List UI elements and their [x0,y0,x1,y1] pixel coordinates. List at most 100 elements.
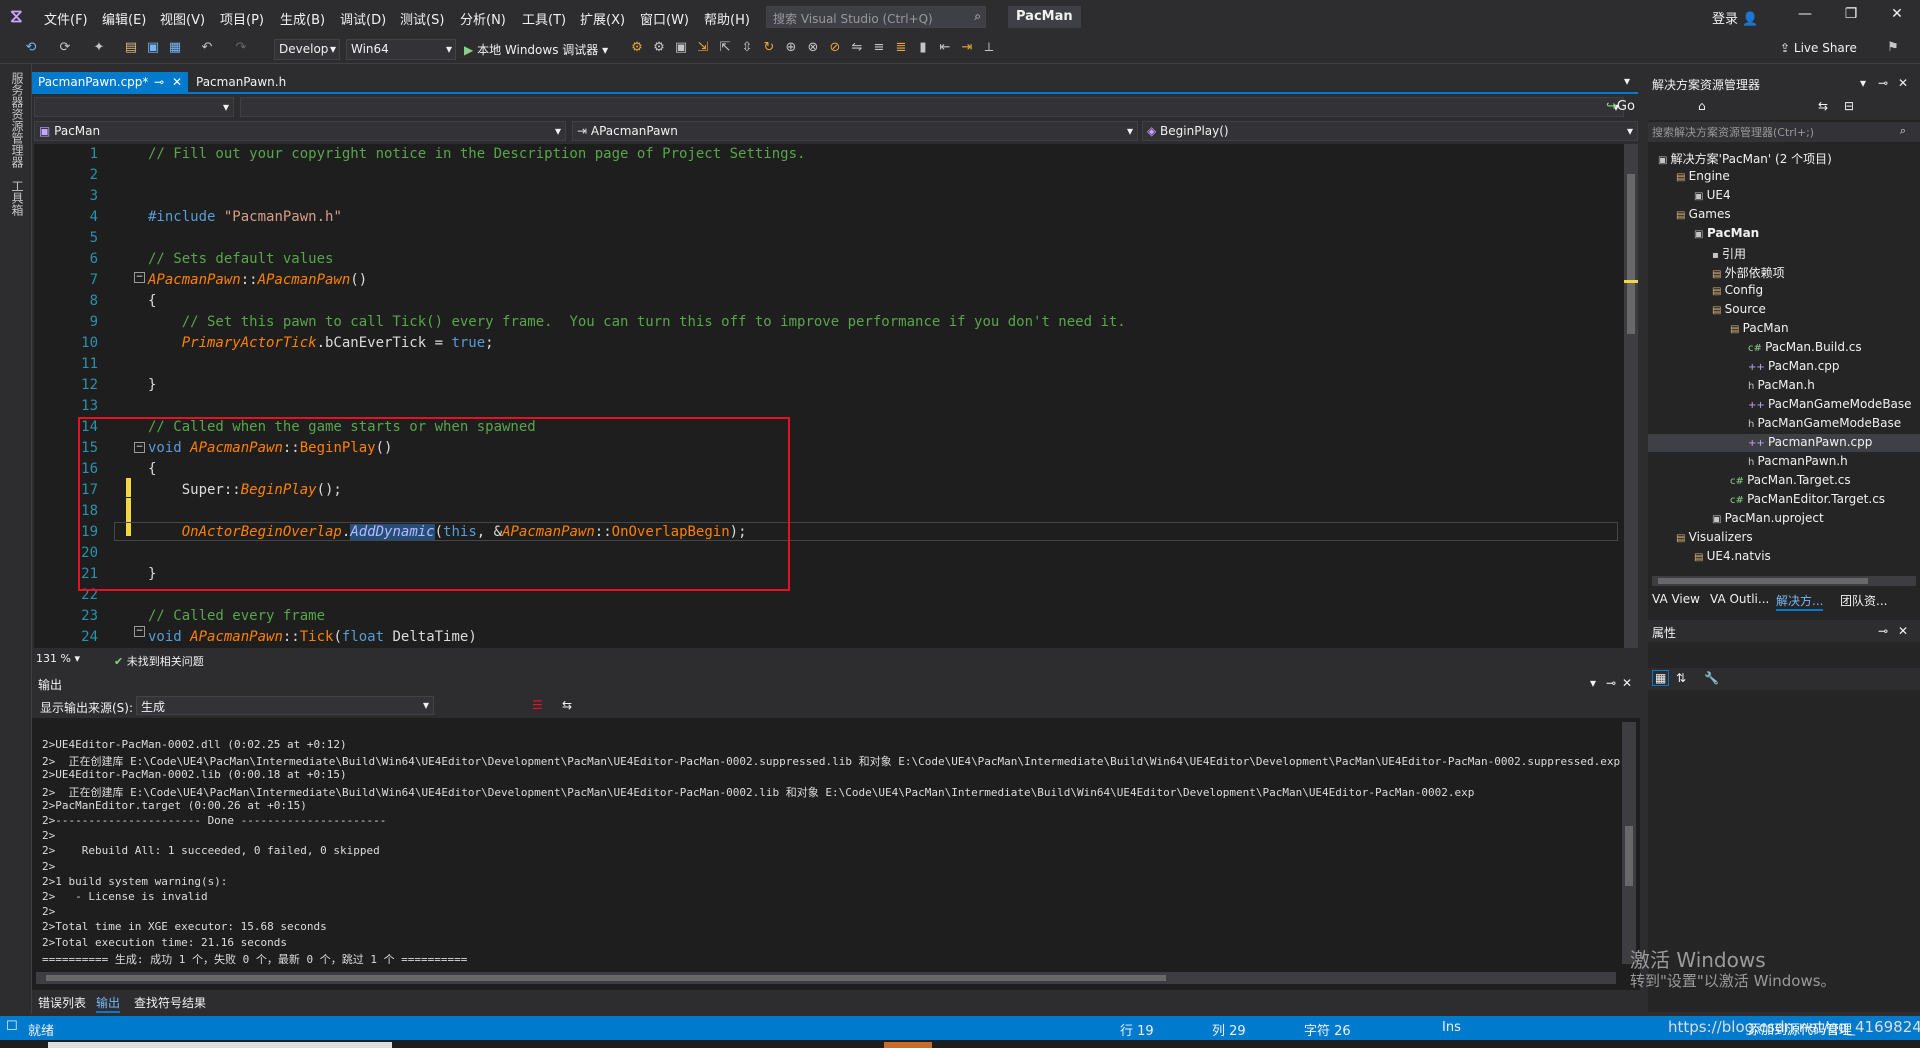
tree-item[interactable]: h PacmanPawn.h [1748,454,1848,468]
toolbar-action-icon[interactable]: ⇲ [694,40,712,58]
toolbar-action-icon[interactable]: ⚙ [628,40,646,58]
menu-item[interactable]: 文件(F) [44,9,88,28]
server-explorer-tab[interactable]: 服务器资源管理器 [9,72,26,168]
forward-icon[interactable]: ⟳ [56,40,74,58]
scroll-thumb[interactable] [1627,174,1635,334]
tree-item[interactable]: ++ PacmanPawn.cpp [1748,435,1872,449]
tree-item[interactable]: ▤ Source [1712,302,1766,316]
tree-item[interactable]: ▤ Games [1676,207,1731,221]
solution-tab[interactable]: VA Outli... [1710,592,1769,606]
toolbar-action-icon[interactable]: ↻ [760,40,778,58]
redo-icon[interactable]: ↷ [232,40,250,58]
tab-find-symbol[interactable]: 查找符号结果 [134,994,206,1011]
pin-icon[interactable]: ⊸ [1606,676,1616,690]
menu-item[interactable]: 窗口(W) [640,9,689,28]
menu-item[interactable]: 编辑(E) [102,9,146,28]
tree-item[interactable]: ++ PacMan.cpp [1748,359,1840,373]
close-icon[interactable]: ✕ [172,75,182,89]
toolbar-action-icon[interactable]: ⇤ [936,40,954,58]
toolbar-action-icon[interactable]: ≣ [892,40,910,58]
menu-item[interactable]: 调试(D) [340,9,386,28]
panel-menu-icon[interactable]: ▾ [1860,76,1866,90]
config-select[interactable]: Develop ▾ [274,39,340,60]
collapse-all-icon[interactable]: ⊟ [1844,99,1854,113]
issues-indicator[interactable]: ✔ 未找到相关问题 [114,653,204,669]
tree-item[interactable]: ▣ UE4 [1694,188,1731,202]
scroll-thumb[interactable] [1625,826,1633,886]
tree-item[interactable]: ▤ Visualizers [1676,530,1753,544]
toolbar-action-icon[interactable]: ⊘ [826,40,844,58]
add-source-control-button[interactable]: 添加到源代码管理 [1748,1019,1852,1038]
class-select[interactable]: ⇥ APacmanPawn ▾ [572,121,1138,141]
close-button[interactable]: ✕ [1882,6,1912,28]
project-select[interactable]: ▣ PacMan ▾ [34,121,566,141]
tree-item[interactable]: ▣ PacMan [1694,226,1759,240]
tree-item[interactable]: c# PacManEditor.Target.cs [1730,492,1885,506]
source-select[interactable]: 生成 ▾ [136,696,434,715]
collapse-icon[interactable]: − [134,272,145,283]
toolbar-action-icon[interactable]: ⊗ [804,40,822,58]
solution-search-input[interactable]: 搜索解决方案资源管理器(Ctrl+;) ⌕ [1648,122,1920,142]
output-scrollbar[interactable] [1622,722,1636,964]
toolbox-tab[interactable]: 工具箱 [9,180,26,216]
menu-item[interactable]: 分析(N) [460,9,506,28]
member-select[interactable]: ◈ BeginPlay() ▾ [1142,121,1638,141]
search-input[interactable]: 搜索 Visual Studio (Ctrl+Q) ⌕ [766,6,986,28]
menu-item[interactable]: 项目(P) [220,9,264,28]
tree-item[interactable]: h PacManGameModeBase [1748,416,1901,430]
panel-menu-icon[interactable]: ▾ [1590,676,1596,690]
toolbar-action-icon[interactable]: ⇋ [848,40,866,58]
collapse-icon[interactable]: − [134,626,145,637]
output-hscrollbar[interactable] [36,972,1616,984]
menu-item[interactable]: 工具(T) [522,9,566,28]
tree-item[interactable]: ▣ PacMan.uproject [1712,511,1824,525]
open-icon[interactable]: ▤ [122,40,140,58]
pin-icon[interactable]: ⊸ [1878,624,1888,638]
tab-overflow-icon[interactable]: ▾ [1624,74,1630,88]
save-icon[interactable]: ▣ [144,40,162,58]
platform-select[interactable]: Win64 ▾ [346,39,456,60]
alphabetical-icon[interactable]: ⇅ [1676,671,1686,685]
tree-item[interactable]: ▤ Config [1712,283,1763,297]
login-link[interactable]: 登录 👤 [1712,8,1758,27]
toolbar-action-icon[interactable]: ⇱ [716,40,734,58]
save-all-icon[interactable]: ▦ [166,40,184,58]
go-button[interactable]: ↪Go [1606,99,1635,114]
taskbar-item[interactable] [48,1042,392,1048]
close-icon[interactable]: ✕ [1898,624,1908,638]
pin-icon[interactable]: ⊸ [154,75,164,89]
maximize-button[interactable]: ❐ [1836,6,1866,28]
home-icon[interactable]: ⌂ [1698,99,1706,113]
tab-output[interactable]: 输出 [96,994,121,1013]
scope-select-1[interactable]: ▾ [34,97,234,117]
minimize-button[interactable]: — [1790,6,1820,28]
live-share-button[interactable]: ⇪ Live Share [1780,41,1857,55]
solution-tab[interactable]: 团队资... [1840,592,1887,609]
tree-item[interactable]: ▤ Engine [1676,169,1730,183]
sync-icon[interactable]: ⇆ [1818,99,1828,113]
pin-icon[interactable]: ⊸ [1878,76,1888,90]
tree-item[interactable]: ▤ UE4.natvis [1694,549,1771,563]
tree-item[interactable]: ▤ 外部依赖项 [1712,264,1785,281]
hscroll-thumb[interactable] [1658,578,1868,584]
tree-item[interactable]: c# PacMan.Target.cs [1730,473,1851,487]
solution-tab[interactable]: 解决方... [1776,592,1824,611]
wrench-icon[interactable]: 🔧 [1704,671,1719,685]
back-icon[interactable]: ⟲ [22,40,40,58]
menu-item[interactable]: 测试(S) [400,9,444,28]
tab-pacmanpawn-h[interactable]: PacmanPawn.h [190,72,300,94]
tree-item[interactable]: ▣ 解决方案'PacMan' (2 个项目) [1658,150,1832,167]
scope-select-2[interactable]: ▾ [240,97,1624,117]
tree-item[interactable]: h PacMan.h [1748,378,1815,392]
toolbar-action-icon[interactable]: ▣ [672,40,690,58]
close-icon[interactable]: ✕ [1898,76,1908,90]
solution-tab[interactable]: VA View [1652,592,1700,606]
tree-item[interactable]: ++ PacManGameModeBase [1748,397,1912,411]
toolbar-action-icon[interactable]: ⇥ [958,40,976,58]
toolbar-action-icon[interactable]: ⚙ [650,40,668,58]
start-debug-button[interactable]: ▶ 本地 Windows 调试器 ▾ [464,41,608,58]
editor-scrollbar[interactable] [1624,144,1638,648]
tree-item[interactable]: ▪ 引用 [1712,245,1746,262]
close-icon[interactable]: ✕ [1622,676,1632,690]
menu-item[interactable]: 扩展(X) [580,9,625,28]
